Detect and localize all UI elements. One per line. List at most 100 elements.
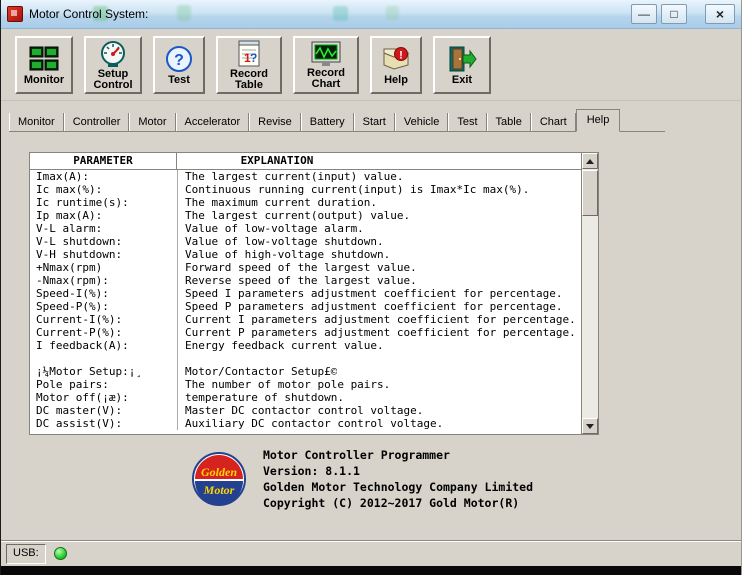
parameter-cell: V-H shutdown: — [30, 248, 178, 261]
explanation-cell: Current I parameters adjustment coeffici… — [185, 313, 576, 326]
gauge-icon — [99, 40, 127, 68]
svg-text:?: ? — [250, 51, 257, 65]
table-row: Imax(A): The largest current(input) value… — [30, 170, 581, 183]
table-row: Speed-I(%): Speed I parameters adjustment… — [30, 287, 581, 300]
tab-test[interactable]: Test — [448, 113, 487, 131]
titlebar-glass-decoration — [386, 6, 399, 20]
usb-status-cell: USB: — [6, 543, 46, 564]
status-bar: USB: — [1, 540, 741, 566]
svg-text:?: ? — [174, 52, 184, 69]
minimize-button[interactable]: — — [631, 4, 657, 24]
table-row: Motor off(¡æ): temperature of shutdown. — [30, 391, 581, 404]
parameter-cell: DC assist(V): — [30, 417, 178, 430]
scroll-up-button[interactable] — [582, 153, 598, 169]
toolbar-button-label: Setup Control — [93, 67, 133, 91]
tab-vehicle[interactable]: Vehicle — [394, 113, 449, 131]
scroll-down-button[interactable] — [582, 418, 598, 434]
parameter-cell: DC master(V): — [30, 404, 178, 417]
explanation-cell: Continuous running current(input) is Ima… — [185, 183, 530, 196]
parameter-cell: Motor off(¡æ): — [30, 391, 178, 404]
tab-motor[interactable]: Motor — [129, 113, 176, 131]
toolbar: Monitor Setup Control ? Test 1 ? Record … — [1, 29, 741, 101]
about-line-company: Golden Motor Technology Company Limited — [263, 480, 534, 494]
usb-led-indicator — [53, 547, 67, 560]
maximize-button[interactable]: □ — [661, 4, 687, 24]
parameter-column-header: PARAMETER — [30, 153, 177, 170]
explanation-cell: The number of motor pole pairs. — [185, 378, 391, 391]
tab-chart[interactable]: Chart — [530, 113, 576, 131]
tab-help[interactable]: Help — [575, 109, 621, 132]
parameter-cell: Ic runtime(s): — [30, 196, 178, 209]
toolbar-button-label: Test — [168, 74, 190, 86]
tab-table[interactable]: Table — [486, 113, 531, 131]
tab-start[interactable]: Start — [353, 113, 395, 131]
parameter-cell: V-L alarm: — [30, 222, 178, 235]
parameter-cell: Ip max(A): — [30, 209, 178, 222]
scroll-up-arrow-icon — [586, 158, 594, 164]
question-circle-icon: ? — [165, 44, 193, 74]
explanation-cell: Reverse speed of the largest value. — [185, 274, 417, 287]
tab-controller[interactable]: Controller — [63, 113, 130, 131]
explanation-cell: Speed I parameters adjustment coefficien… — [185, 287, 563, 300]
parameter-cell: Pole pairs: — [30, 378, 178, 391]
parameter-cell: Ic max(%): — [30, 183, 178, 196]
explanation-column-header: EXPLANATION — [177, 153, 598, 170]
about-line-copyright: Copyright (C) 2012~2017 Gold Motor(R) — [263, 496, 520, 510]
parameter-cell: Current-P(%): — [30, 326, 178, 339]
close-button[interactable]: × — [705, 4, 735, 24]
table-row: DC assist(V): Auxiliary DC contactor cont… — [30, 417, 581, 430]
explanation-cell: Value of high-voltage shutdown. — [185, 248, 391, 261]
notepad-icon: 1 ? — [236, 40, 262, 68]
help-button[interactable]: ! Help — [370, 36, 422, 94]
parameter-cell: Current-I(%): — [30, 313, 178, 326]
parameter-cell: Imax(A): — [30, 170, 178, 183]
help-table-panel: PARAMETER EXPLANATION Imax(A): The larges… — [29, 152, 599, 435]
record-table-button[interactable]: 1 ? Record Table — [216, 36, 282, 94]
scrollbar-thumb[interactable] — [582, 170, 598, 216]
parameter-cell: V-L shutdown: — [30, 235, 178, 248]
parameter-cell: +Nmax(rpm) — [30, 261, 178, 274]
explanation-cell: Value of low-voltage alarm. — [185, 222, 364, 235]
table-row: ¡¼Motor Setup:¡¸ Motor/Contactor Setup£© — [30, 365, 581, 378]
table-row: V-L alarm: Value of low-voltage alarm. — [30, 222, 581, 235]
titlebar-glass-decoration — [333, 6, 348, 21]
explanation-cell: temperature of shutdown. — [185, 391, 344, 404]
explanation-cell: Motor/Contactor Setup£© — [185, 365, 338, 378]
explanation-cell: The largest current(input) value. — [185, 170, 404, 183]
table-row: V-L shutdown: Value of low-voltage shutdo… — [30, 235, 581, 248]
about-line-version: Version: 8.1.1 — [263, 464, 360, 478]
parameter-cell: Speed-P(%): — [30, 300, 178, 313]
explanation-cell: Energy feedback current value. — [185, 339, 384, 352]
app-icon — [7, 6, 23, 22]
toolbar-button-label: Monitor — [23, 74, 65, 86]
title-bar: Motor Control System: — □ × — [1, 0, 741, 29]
monitor-button[interactable]: Monitor — [15, 36, 73, 94]
table-row: I feedback(A): Energy feedback current va… — [30, 339, 581, 352]
toolbar-button-label: Exit — [451, 74, 473, 86]
svg-text:!: ! — [399, 50, 403, 62]
golden-motor-logo: Golden Motor — [191, 451, 247, 507]
parameter-cell: -Nmax(rpm): — [30, 274, 178, 287]
tab-accelerator[interactable]: Accelerator — [175, 113, 250, 131]
table-header: PARAMETER EXPLANATION — [30, 153, 598, 170]
tab-monitor[interactable]: Monitor — [9, 113, 64, 131]
record-chart-button[interactable]: Record Chart — [293, 36, 359, 94]
exit-door-icon — [447, 44, 477, 74]
test-button[interactable]: ? Test — [153, 36, 205, 94]
setup-control-button[interactable]: Setup Control — [84, 36, 142, 94]
about-line-program: Motor Controller Programmer — [263, 448, 450, 462]
titlebar-glass-decoration — [177, 5, 191, 21]
parameter-cell — [30, 352, 178, 365]
table-row: Speed-P(%): Speed P parameters adjustment… — [30, 300, 581, 313]
tab-revise[interactable]: Revise — [249, 113, 301, 131]
table-row: -Nmax(rpm): Reverse speed of the largest … — [30, 274, 581, 287]
app-window: Motor Control System: — □ × Monitor Setu… — [0, 0, 742, 575]
scroll-down-arrow-icon — [586, 423, 594, 429]
window-title: Motor Control System: — [29, 7, 149, 21]
table-row: Ip max(A): The largest current(output) va… — [30, 209, 581, 222]
vertical-scrollbar[interactable] — [581, 153, 598, 434]
exit-button[interactable]: Exit — [433, 36, 491, 94]
table-row — [30, 352, 581, 365]
toolbar-button-label: Help — [384, 74, 408, 86]
tab-battery[interactable]: Battery — [300, 113, 354, 131]
